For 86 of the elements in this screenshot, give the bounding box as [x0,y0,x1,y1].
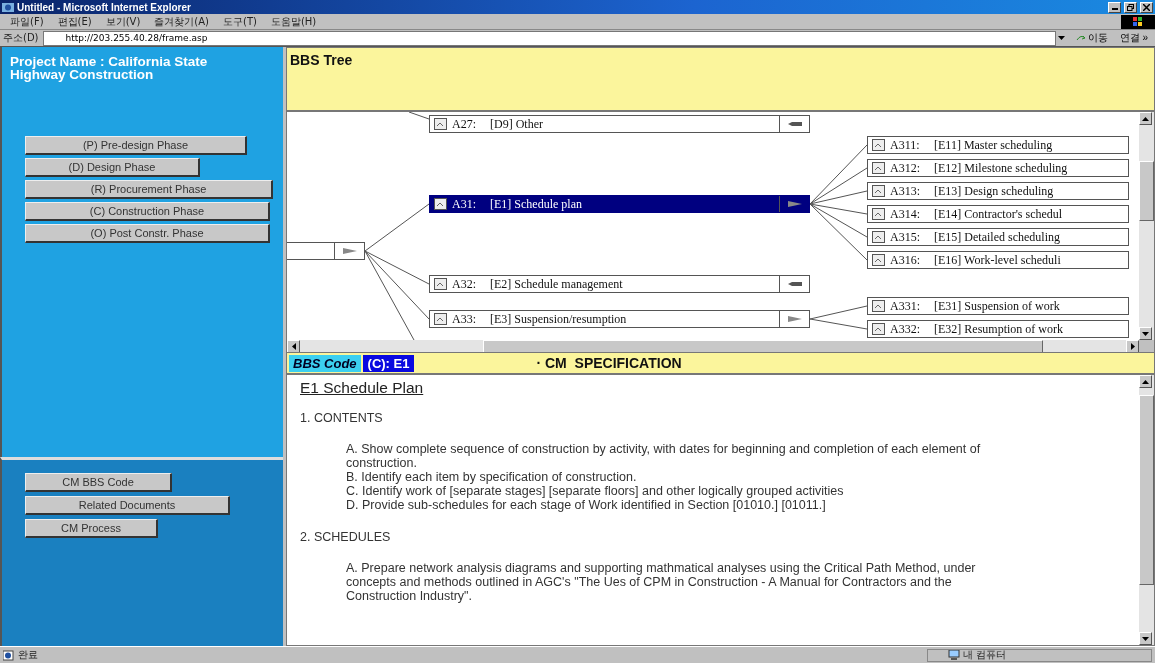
tool-button[interactable]: Related Documents [25,496,230,515]
left-arrow-icon [786,120,803,128]
minimize-button[interactable] [1108,1,1121,13]
menu-item[interactable]: 파일(F) [10,14,44,29]
go-button[interactable]: 이동 [1071,31,1112,45]
flag-icon [1133,17,1143,26]
tree-node[interactable]: A316: [E16] Work-level scheduli [867,251,1129,269]
connector-line [809,305,868,320]
spec-heading: · CM SPECIFICATION [536,355,682,371]
section-heading: 2. SCHEDULES [300,530,392,544]
page-icon [434,118,447,130]
down-arrow-icon [1142,331,1149,336]
right-arrow-icon [341,247,358,255]
paragraph: A. Prepare network analysis diagrams and supporting mathmatical analyses using the Critical Path Method, under concepts and methods outlined in AGC's "The Ues of CPM in Construction - A Manual for Contractors and the Construction Industry". [346,561,977,603]
page-icon [872,323,885,335]
go-arrow-icon [1075,33,1086,43]
tree-node[interactable]: A32: [E2] Schedule management [429,275,810,293]
tree-node[interactable]: A33: [E3] Suspension/resumption [429,310,810,328]
page-icon [872,254,885,266]
project-name: Project Name : California State Highway Construction [10,55,209,81]
phase-button[interactable]: (R) Procurement Phase [25,180,273,199]
window-title: Untitled - Microsoft Internet Explorer [17,1,192,13]
down-arrow-icon [1142,636,1149,641]
links-button[interactable]: 연결 » [1115,31,1152,45]
tree-node[interactable]: A315: [E15] Detailed scheduling [867,228,1129,246]
close-button[interactable] [1140,1,1153,13]
page-icon [434,198,447,210]
paragraph: B. Identify each item by specification of construction. [346,470,638,484]
phase-button[interactable]: (O) Post Constr. Phase [25,224,270,243]
menu-item[interactable]: 즐겨찾기(A) [154,14,209,29]
scrollbar[interactable] [1139,112,1154,340]
page-icon [872,185,885,197]
menu-item[interactable]: 보기(V) [105,14,141,29]
zone-text: 내 컴퓨터 [963,648,1008,662]
page-icon [872,300,885,312]
left-arrow-icon [291,343,296,350]
menu-item[interactable]: 도움말(H) [270,14,317,29]
document-title: E1 Schedule Plan [300,379,425,397]
tree-node[interactable]: A311: [E11] Master scheduling [867,136,1129,154]
tool-button[interactable]: CM BBS Code [25,473,172,492]
right-arrow-icon [786,200,803,208]
restore-icon [1127,3,1134,11]
tree-node[interactable]: A313: [E13] Design scheduling [867,182,1129,200]
page-icon [872,231,885,243]
address-field[interactable]: http://203.255.40.28/frame.asp [42,30,1056,46]
tree-node[interactable]: A31: [E1] Schedule plan [429,195,810,213]
page-icon [434,278,447,290]
tool-button[interactable]: CM Process [25,519,158,538]
tree-title: BBS Tree [290,52,353,68]
connector-line [408,112,430,120]
page-done-icon [3,649,15,661]
page-icon [434,313,447,325]
scrollbar[interactable] [1139,375,1154,645]
right-arrow-icon [786,315,803,323]
menu-item[interactable]: 편집(E) [57,14,92,29]
browser-icon [2,1,14,13]
code-label: BBS Code [289,354,361,372]
page-icon [872,139,885,151]
paragraph: C. Identify work of [separate stages] [separate floors] and other logically grouped activities [346,484,845,498]
up-arrow-icon [1142,379,1149,384]
paragraph: D. Provide sub-schedules for each stage of Work identified in Section [01010.] [01011.] [346,498,827,512]
left-arrow-icon [786,280,803,288]
tree-node[interactable]: A331: [E31] Suspension of work [867,297,1129,315]
status-text: 완료 [18,648,39,662]
paragraph: A. Show complete sequence of construction by activity, with dates for beginning and completion of each element of construction. [346,442,982,470]
page-icon [872,208,885,220]
tree-node[interactable]: A312: [E12] Milestone scheduling [867,159,1129,177]
code-value: (C): E1 [362,354,415,372]
computer-icon [948,650,960,660]
tree-node[interactable]: A332: [E32] Resumption of work [867,320,1129,338]
page-icon [872,162,885,174]
up-arrow-icon [1142,116,1149,121]
phase-button[interactable]: (D) Design Phase [25,158,200,177]
menu-item[interactable]: 도구(T) [223,14,257,29]
caret-icon [1058,36,1066,40]
phase-button[interactable]: (P) Pre-design Phase [25,136,247,155]
connector-line [809,318,868,330]
tree-node[interactable] [287,242,365,260]
close-icon [1143,3,1150,11]
phase-button[interactable]: (C) Construction Phase [25,202,270,221]
address-label: 주소(D) [3,31,39,45]
tree-node[interactable]: A314: [E14] Contractor's schedul [867,205,1129,223]
restore-button[interactable] [1124,1,1137,13]
section-heading: 1. CONTENTS [300,411,384,425]
right-arrow-icon [1130,343,1135,350]
tree-node[interactable]: A27: [D9] Other [429,115,810,133]
